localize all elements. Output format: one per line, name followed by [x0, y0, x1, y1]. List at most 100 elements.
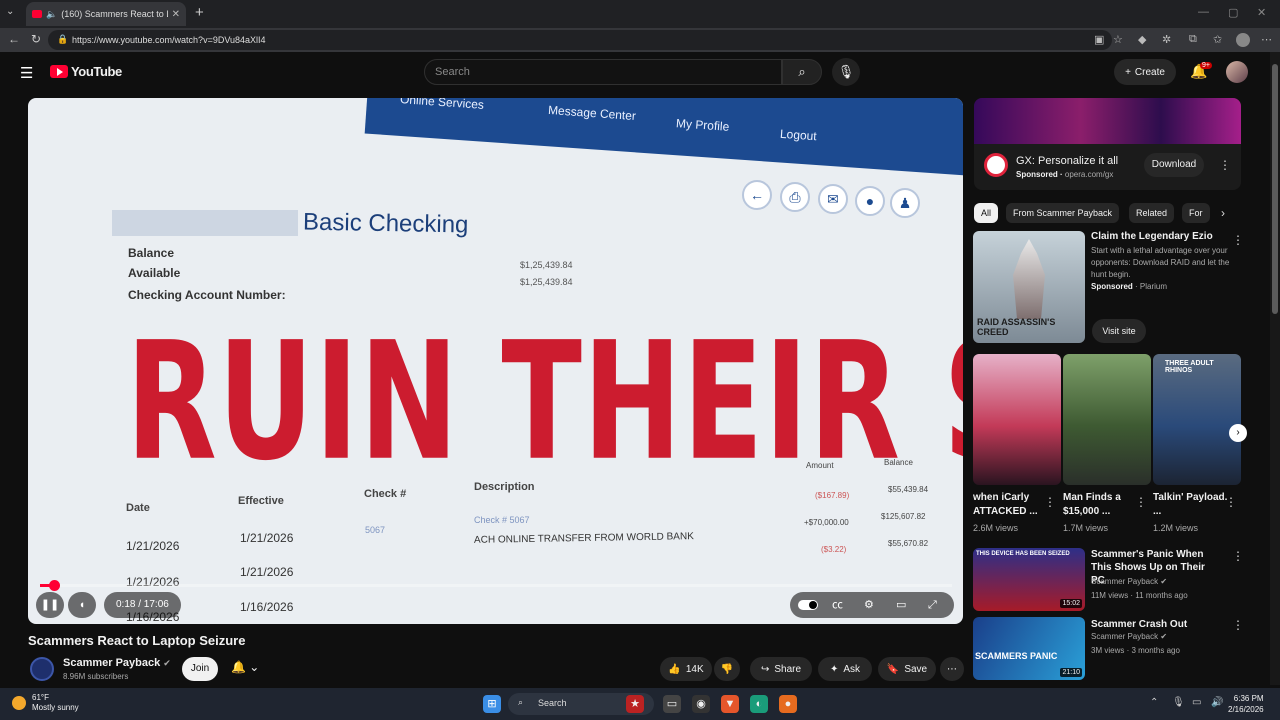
- star-icon[interactable]: ☆: [1113, 33, 1123, 46]
- channel-name[interactable]: Scammer Payback ✔: [63, 657, 171, 669]
- youtube-logo[interactable]: YouTube: [50, 64, 122, 79]
- edge-icon[interactable]: ◐: [750, 695, 768, 713]
- short-title[interactable]: Talkin' Payload. ...: [1153, 491, 1229, 519]
- visit-site-button[interactable]: Visit site: [1092, 319, 1146, 343]
- short-more-icon[interactable]: ⋮: [1225, 495, 1237, 509]
- pause-button[interactable]: ❚❚: [36, 592, 64, 618]
- more-actions-button[interactable]: ⋯: [940, 657, 964, 681]
- theater-mode-icon[interactable]: ▭: [896, 592, 906, 618]
- rec-channel: Scammer Payback ✔: [1091, 632, 1168, 641]
- system-clock[interactable]: 6:36 PM 2/16/2026: [1228, 693, 1264, 715]
- puzzle-icon[interactable]: ✲: [1162, 33, 1171, 46]
- join-button[interactable]: Join: [182, 657, 218, 681]
- close-window-icon[interactable]: ✕: [1257, 6, 1266, 19]
- chips-next-icon[interactable]: ›: [1221, 206, 1225, 220]
- short-more-icon[interactable]: ⋮: [1135, 495, 1147, 509]
- subscription-bell-icon[interactable]: 🔔 ⌄: [231, 660, 259, 674]
- account-avatar[interactable]: [1226, 61, 1248, 83]
- rec-title[interactable]: Scammer Crash Out: [1091, 618, 1216, 631]
- chrome-app-icon[interactable]: ◉: [692, 695, 710, 713]
- ask-label: Ask: [843, 663, 861, 675]
- volume-button[interactable]: ◖: [68, 592, 96, 618]
- browser-tab-strip: ⌄ 🔈 (160) Scammers React to Lap... ✕ + —…: [0, 0, 1280, 28]
- settings-icon[interactable]: ⚙: [864, 592, 874, 618]
- chip-for-you[interactable]: For: [1182, 203, 1210, 223]
- tab-search-icon[interactable]: ⌄: [6, 6, 14, 17]
- short-thumbnail[interactable]: THREE ADULT RHINOS: [1153, 354, 1241, 485]
- short-more-icon[interactable]: ⋮: [1044, 495, 1056, 509]
- firefox-icon[interactable]: ●: [779, 695, 797, 713]
- scene-balance: $125,607.82: [881, 512, 926, 521]
- rec-channel-name: Scammer Payback: [1091, 632, 1159, 641]
- monitor-icon[interactable]: ▭: [1192, 697, 1201, 708]
- browser-tab[interactable]: 🔈 (160) Scammers React to Lap... ✕: [26, 2, 186, 26]
- rec-thumbnail[interactable]: THIS DEVICE HAS BEEN SEIZED 15:02: [973, 548, 1085, 611]
- extension-diamond-icon[interactable]: ◆: [1138, 33, 1146, 46]
- back-icon[interactable]: ←: [8, 32, 20, 46]
- mic-tray-icon[interactable]: 🎙: [1172, 697, 1185, 708]
- menu-icon[interactable]: ☰: [20, 64, 33, 82]
- progress-bar[interactable]: [40, 580, 952, 591]
- weather-widget[interactable]: 61°F Mostly sunny: [12, 693, 79, 713]
- short-thumb-text: THREE ADULT RHINOS: [1165, 360, 1214, 374]
- favorites-icon[interactable]: ✩: [1213, 33, 1222, 46]
- url-field[interactable]: 🔒 https://www.youtube.com/watch?v=9DVu84…: [48, 30, 1112, 50]
- ask-button[interactable]: ✦ Ask: [818, 657, 872, 681]
- video-frame: Online Services Message Center My Profil…: [28, 98, 963, 624]
- scrollbar-thumb[interactable]: [1272, 64, 1278, 314]
- create-button[interactable]: + Create: [1114, 59, 1176, 85]
- short-title[interactable]: when iCarly ATTACKED ...: [973, 491, 1049, 519]
- chip-related[interactable]: Related: [1129, 203, 1175, 223]
- tray-chevron-icon[interactable]: ⌃: [1150, 697, 1158, 708]
- ad-more-icon[interactable]: ⋮: [1219, 158, 1231, 172]
- autoplay-toggle[interactable]: [798, 600, 818, 610]
- reload-icon[interactable]: ↻: [31, 32, 41, 46]
- close-tab-icon[interactable]: ✕: [172, 9, 180, 20]
- brave-icon[interactable]: ▼: [721, 695, 739, 713]
- progress-scrubber[interactable]: [49, 580, 60, 591]
- scene-col-header: Description: [474, 481, 535, 493]
- chip-all[interactable]: All: [974, 203, 999, 223]
- chip-from-channel[interactable]: From Scammer Payback: [1006, 203, 1120, 223]
- short-title[interactable]: Man Finds a $15,000 ...: [1063, 491, 1139, 519]
- dislike-button[interactable]: 👎: [714, 657, 740, 681]
- start-icon[interactable]: ⊞: [483, 695, 501, 713]
- channel-avatar[interactable]: [30, 657, 54, 681]
- scene-mail-icon: ✉: [818, 184, 848, 214]
- ad-download-button[interactable]: Download: [1144, 153, 1204, 177]
- promo-title[interactable]: Claim the Legendary Ezio: [1091, 231, 1213, 242]
- fullscreen-icon[interactable]: ⤢: [928, 592, 937, 618]
- clock-date: 2/16/2026: [1228, 705, 1264, 714]
- rec-more-icon[interactable]: ⋮: [1232, 549, 1244, 563]
- maximize-icon[interactable]: ▢: [1228, 6, 1238, 19]
- task-view-icon[interactable]: ▭: [663, 695, 681, 713]
- search-input[interactable]: Search: [424, 59, 782, 85]
- rec-thumbnail[interactable]: SCAMMERS PANIC 21:10: [973, 617, 1085, 680]
- opera-logo-icon: [984, 153, 1008, 177]
- voice-search-button[interactable]: 🎙: [832, 58, 860, 86]
- rec-channel-name: Scammer Payback: [1091, 577, 1159, 586]
- save-button[interactable]: 🔖 Save: [878, 657, 936, 681]
- minimize-icon[interactable]: —: [1198, 6, 1209, 18]
- browser-profile-icon[interactable]: [1236, 33, 1250, 47]
- new-tab-icon[interactable]: +: [195, 4, 204, 21]
- page-scrollbar[interactable]: [1270, 52, 1280, 685]
- volume-tray-icon[interactable]: 🔊: [1211, 697, 1223, 708]
- speaker-icon[interactable]: 🔈: [46, 9, 57, 20]
- share-button[interactable]: ↪ Share: [750, 657, 812, 681]
- search-button[interactable]: ⌕: [782, 59, 822, 85]
- promo-thumbnail[interactable]: RAID ASSASSIN'S CREED: [973, 231, 1085, 343]
- browser-menu-icon[interactable]: ⋯: [1261, 33, 1272, 46]
- rec-more-icon[interactable]: ⋮: [1232, 618, 1244, 632]
- site-info-icon[interactable]: 🔒: [57, 34, 68, 45]
- video-player[interactable]: Online Services Message Center My Profil…: [28, 98, 963, 624]
- shorts-next-icon[interactable]: ›: [1229, 424, 1247, 442]
- like-button[interactable]: 👍 14K: [660, 657, 712, 681]
- sidebar-ad[interactable]: GX: Personalize it all Sponsored · opera…: [974, 98, 1241, 190]
- split-icon[interactable]: ⧉: [1189, 33, 1197, 46]
- reader-icon[interactable]: ▣: [1094, 33, 1104, 46]
- short-thumbnail[interactable]: [973, 354, 1061, 485]
- subtitles-icon[interactable]: ㏄: [832, 592, 843, 618]
- short-thumbnail[interactable]: [1063, 354, 1151, 485]
- promo-more-icon[interactable]: ⋮: [1232, 233, 1244, 247]
